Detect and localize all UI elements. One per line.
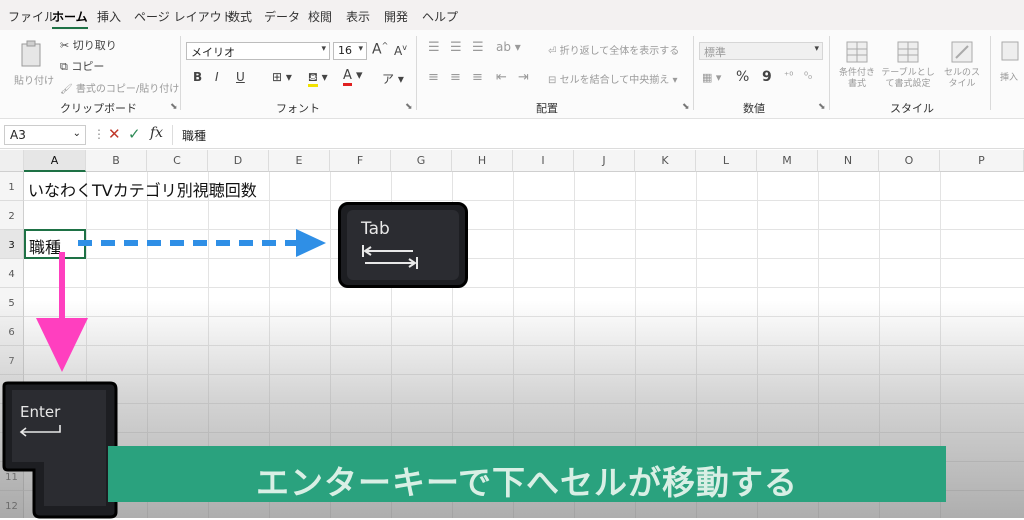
enter-key: [2, 381, 118, 519]
tab-key: Tab: [338, 202, 468, 288]
caption-banner: エンターキーで下へセルが移動する: [108, 446, 946, 502]
tab-arrow-head: [296, 229, 326, 257]
caption-text: エンターキーで下へセルが移動する: [255, 463, 799, 502]
enter-return-icon: [19, 425, 61, 437]
enter-key-label: Enter: [20, 403, 61, 421]
arrows-overlay: [36, 229, 326, 372]
tab-arrows-icon: [362, 245, 418, 269]
tab-key-label: Tab: [361, 219, 390, 239]
enter-arrow-head: [36, 318, 88, 372]
